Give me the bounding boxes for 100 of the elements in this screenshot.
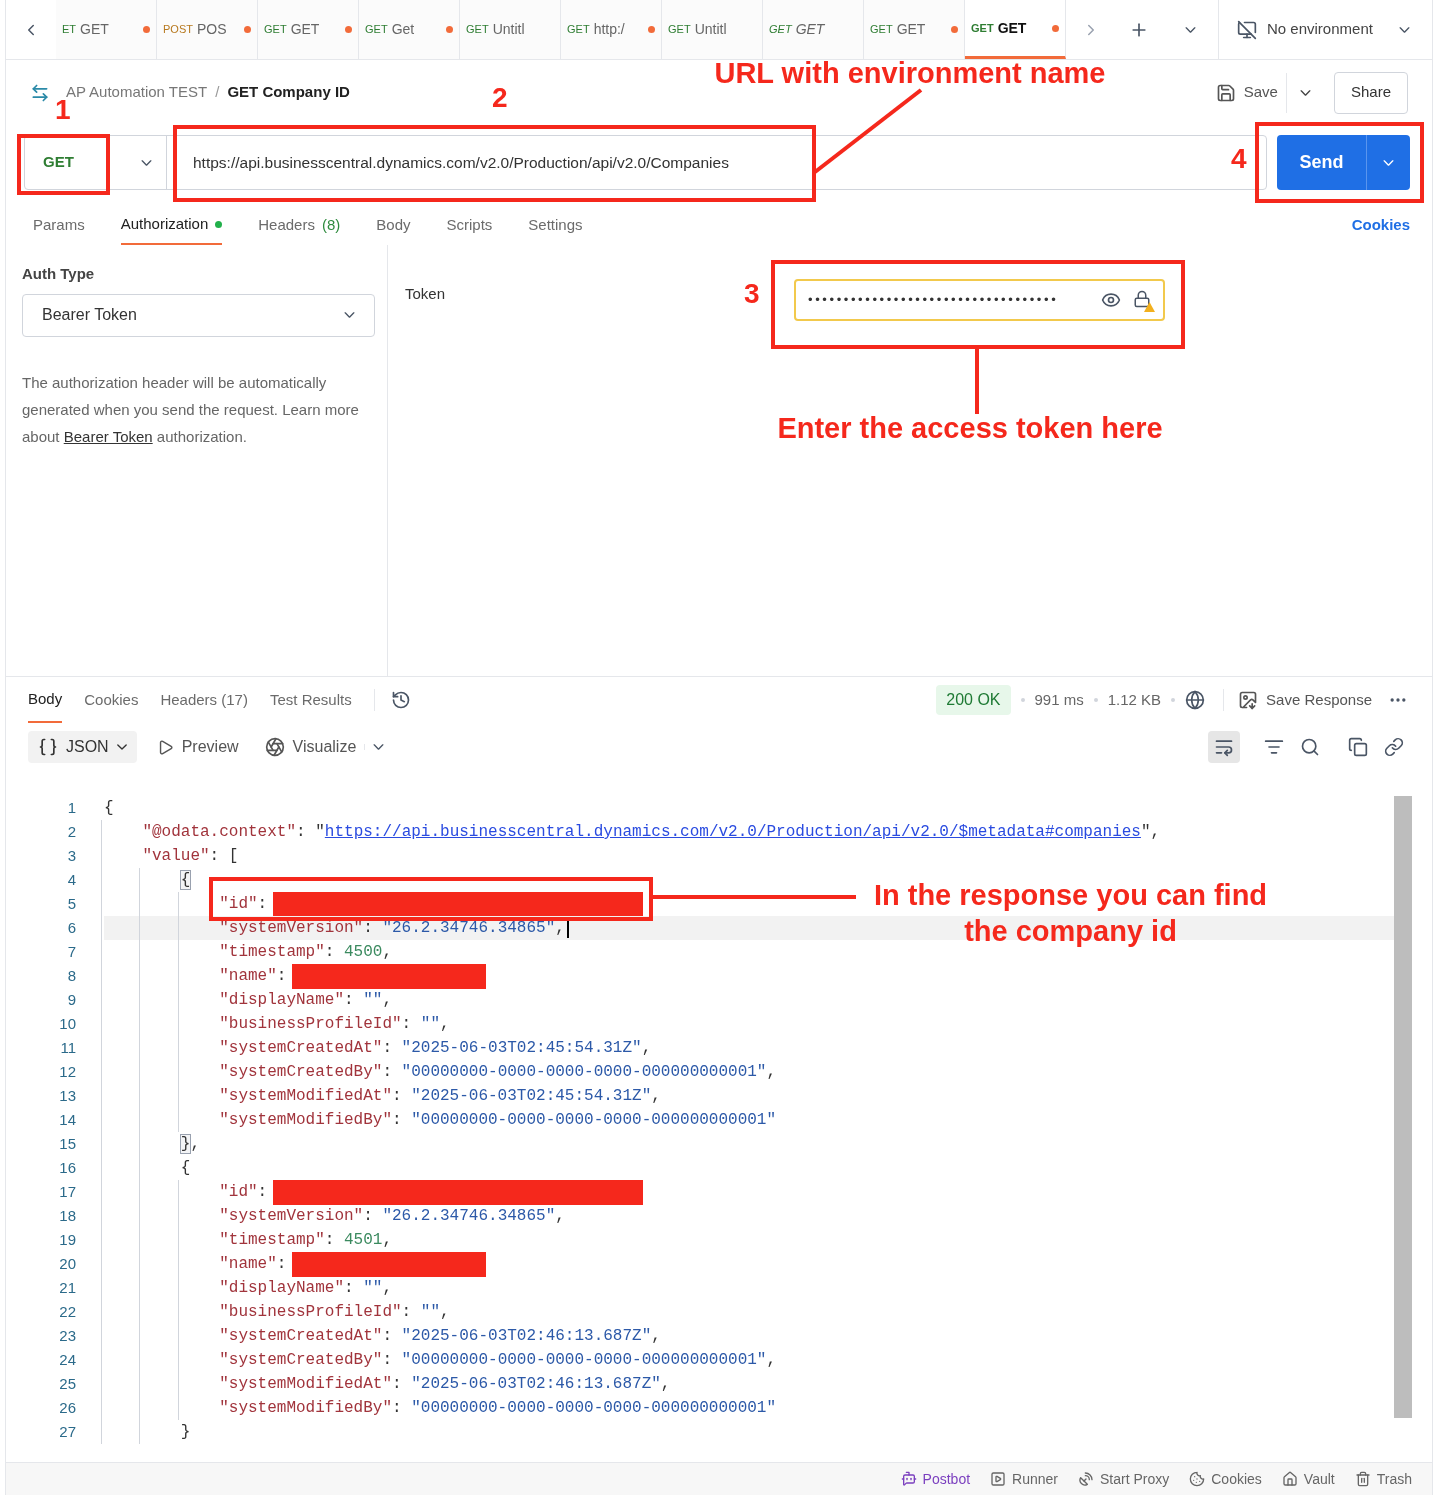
eye-icon[interactable] [1101, 290, 1122, 310]
line-number: 23 [58, 1325, 76, 1346]
line-number: 19 [58, 1229, 76, 1250]
link-icon[interactable] [1384, 737, 1404, 757]
request-section-tab[interactable]: Params [33, 205, 85, 245]
code-text: "name": [219, 966, 287, 987]
bearer-token-link[interactable]: Bearer Token [63, 427, 153, 445]
response-tab[interactable]: Body [28, 677, 63, 723]
request-tab[interactable]: GET Untitl [460, 0, 561, 59]
status-bar-item[interactable]: Trash [1354, 1468, 1412, 1490]
search-icon[interactable] [1300, 737, 1320, 757]
method-selector[interactable]: GET [25, 136, 167, 189]
request-tab[interactable]: ET GET [56, 0, 157, 59]
line-number: 5 [66, 893, 76, 914]
cookie-icon [1189, 1471, 1206, 1487]
code-text: "systemCreatedBy": "00000000-0000-0000-0000-000000000001", [219, 1062, 777, 1083]
code-text: { [104, 798, 114, 819]
code-text: } [180, 1422, 191, 1443]
line-number: 26 [58, 1397, 76, 1418]
save-icon [1215, 82, 1236, 103]
url-field[interactable]: https://api.businesscentral.dynamics.com/v2.0/Production/api/v2.0/Companies [167, 136, 847, 189]
chevron-down-icon [116, 744, 127, 750]
code-text: "timestamp": 4501, [219, 1230, 392, 1251]
response-tab[interactable]: Headers (17) [160, 677, 248, 723]
line-number: 25 [58, 1373, 76, 1394]
line-number: 17 [58, 1181, 76, 1202]
chevron-down-icon [1383, 159, 1394, 166]
visualize-button[interactable]: Visualize [264, 735, 357, 759]
code-text: }, [180, 1134, 200, 1155]
environment-selector[interactable]: No environment [1218, 0, 1432, 59]
share-button[interactable]: Share [1333, 71, 1408, 114]
braces-icon [38, 737, 58, 757]
request-section-tab[interactable]: Settings [528, 205, 583, 245]
save-response-button[interactable]: Save Response [1223, 688, 1372, 712]
status-bar-item[interactable]: Start Proxy [1078, 1468, 1170, 1490]
line-number: 27 [58, 1421, 76, 1442]
code-text: "@odata.context": "https://api.businesscentral.dynamics.com/v2.0/Production/api/v2.0/$metadata#companies", [142, 822, 1161, 843]
request-tab[interactable]: GET GET [864, 0, 965, 59]
line-number: 15 [58, 1133, 76, 1154]
url-link[interactable]: https://api.businesscentral.dynamics.com/v2.0/Production/api/v2.0/$metadata#companies [324, 823, 1141, 841]
copy-icon[interactable] [1348, 737, 1368, 757]
line-number: 10 [58, 1013, 76, 1034]
code-text: "businessProfileId": "", [219, 1302, 450, 1323]
line-number: 9 [66, 989, 76, 1010]
request-tab[interactable]: GET GET [965, 0, 1066, 59]
line-number: 3 [66, 845, 76, 866]
line-number: 22 [58, 1301, 76, 1322]
request-section-tab[interactable]: Scripts [446, 205, 493, 245]
code-text: "systemModifiedBy": "00000000-0000-0000-0000-000000000001" [219, 1398, 777, 1419]
visualize-menu-button[interactable] [364, 744, 385, 750]
house-icon [1281, 1471, 1298, 1487]
filter-icon[interactable] [1264, 737, 1284, 757]
response-time: 991 ms [1034, 689, 1084, 710]
request-tab[interactable]: GET http:/ [561, 0, 662, 59]
line-number: 16 [58, 1157, 76, 1178]
code-text: "name": [219, 1254, 287, 1275]
code-text: "systemVersion": "26.2.34746.34865", [219, 918, 565, 939]
code-text: "value": [ [142, 846, 239, 867]
status-bar-item[interactable]: Cookies [1189, 1468, 1262, 1490]
response-tab[interactable]: Test Results [269, 677, 352, 723]
code-text: "displayName": "", [219, 1278, 392, 1299]
code-text: "systemModifiedAt": "2025-06-03T02:46:13.687Z", [219, 1374, 671, 1395]
request-section-tab[interactable]: Headers (8) [258, 205, 341, 245]
line-number: 8 [66, 965, 76, 986]
scrollbar[interactable] [1394, 796, 1412, 1418]
code-text: "id": [219, 894, 268, 915]
request-section-tab[interactable]: Body [376, 205, 411, 245]
send-button[interactable]: Send [1277, 135, 1410, 190]
history-icon[interactable] [390, 690, 411, 710]
code-text: "systemCreatedAt": "2025-06-03T02:46:13.687Z", [219, 1326, 661, 1347]
cookies-link[interactable]: Cookies [1351, 205, 1410, 245]
save-button[interactable]: Save [1207, 72, 1286, 113]
response-tab[interactable]: Cookies [84, 677, 139, 723]
code-text: { [180, 1158, 191, 1179]
request-tab[interactable]: GET Get [359, 0, 460, 59]
step-number: 2 [492, 84, 508, 112]
status-bar-item[interactable]: Postbot [900, 1468, 971, 1490]
auth-type-dropdown[interactable]: Bearer Token [22, 293, 375, 337]
token-field[interactable]: ••••••••••••••••••••••••••••••••••• [794, 279, 1166, 321]
aperture-icon [264, 737, 285, 757]
play-icon [990, 1471, 1007, 1487]
code-text: "systemVersion": "26.2.34746.34865", [219, 1206, 565, 1227]
line-number: 14 [58, 1109, 76, 1130]
code-text: "systemCreatedBy": "00000000-0000-0000-0000-000000000001", [219, 1350, 777, 1371]
annotation-text: URL with environment name [713, 56, 1107, 91]
preview-button[interactable]: Preview [156, 735, 239, 759]
request-tab[interactable]: GET Untitl [662, 0, 763, 59]
code-text: "systemModifiedAt": "2025-06-03T02:45:54.31Z", [219, 1086, 661, 1107]
leader-line [975, 348, 979, 414]
format-dropdown[interactable]: JSON [28, 731, 137, 763]
request-tab[interactable]: POST POS [157, 0, 258, 59]
request-tab[interactable]: GET GET [258, 0, 359, 59]
status-bar-item[interactable]: Runner [990, 1468, 1058, 1490]
globe-icon[interactable] [1185, 690, 1206, 710]
wrap-text-button[interactable] [1208, 731, 1240, 763]
line-number: 24 [58, 1349, 76, 1370]
request-section-tab[interactable]: Authorization [120, 205, 223, 245]
code-text: "id": [219, 1182, 268, 1203]
request-tab[interactable]: GET GET [763, 0, 864, 59]
status-bar-item[interactable]: Vault [1281, 1468, 1335, 1490]
